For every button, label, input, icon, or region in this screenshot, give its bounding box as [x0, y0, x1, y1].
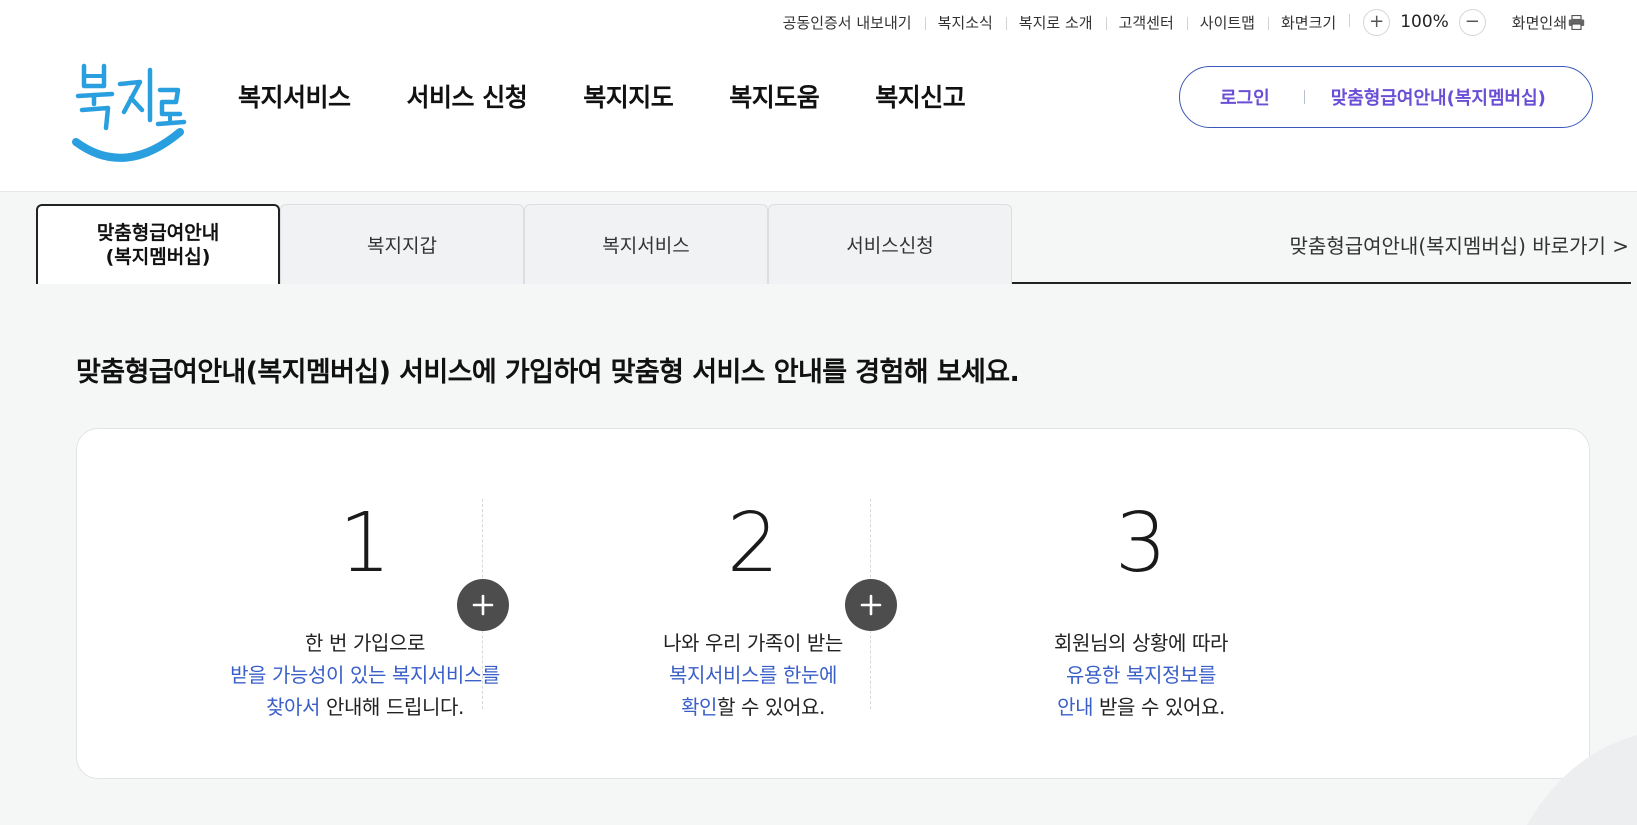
print-button[interactable]: 화면인쇄	[1500, 12, 1585, 33]
plus-icon	[457, 579, 509, 631]
util-link-customer-center[interactable]: 고객센터	[1105, 12, 1187, 33]
tab-welfare-service[interactable]: 복지서비스	[524, 204, 768, 284]
util-link-about[interactable]: 복지로 소개	[1005, 12, 1106, 33]
gnb-service-apply[interactable]: 서비스 신청	[407, 78, 528, 114]
tab-membership[interactable]: 맞춤형급여안내 (복지멤버십)	[36, 204, 280, 284]
step-desc-highlight: 유용한 복지정보를	[1066, 663, 1216, 687]
step-desc-line: 회원님의 상황에 따라	[1054, 631, 1228, 655]
login-link[interactable]: 로그인	[1180, 84, 1270, 110]
step-description: 한 번 가입으로 받을 가능성이 있는 복지서비스를 찾아서 안내해 드립니다.	[171, 627, 559, 723]
zoom-in-button[interactable]: +	[1363, 8, 1391, 36]
step-number: 3	[1114, 496, 1168, 591]
util-link-cert-export[interactable]: 공동인증서 내보내기	[770, 12, 925, 33]
util-label-screen-size: 화면크기	[1267, 12, 1349, 33]
zoom-out-button[interactable]: −	[1458, 8, 1486, 36]
step-desc-highlight: 확인	[681, 695, 718, 719]
member-box: 로그인 맞춤형급여안내(복지멤버십)	[1179, 66, 1593, 128]
step-desc-highlight: 받을 가능성이 있는 복지서비스를	[230, 663, 500, 687]
global-nav: 복지서비스 서비스 신청 복지지도 복지도움 복지신고	[238, 78, 1021, 114]
step-desc-line: 나와 우리 가족이 받는	[663, 631, 843, 655]
background-decoration	[1527, 735, 1637, 825]
steps-card: 1 한 번 가입으로 받을 가능성이 있는 복지서비스를 찾아서 안내해 드립니…	[76, 428, 1590, 779]
zoom-control: + 100% −	[1349, 8, 1500, 36]
step-desc-line: 한 번 가입으로	[305, 631, 425, 655]
bokjiro-logo[interactable]	[70, 60, 188, 168]
step-desc-line: 확인할 수 있어요.	[559, 691, 947, 723]
step-3: 3 회원님의 상황에 따라 유용한 복지정보를 안내 받을 수 있어요.	[947, 499, 1335, 723]
gnb-welfare-report[interactable]: 복지신고	[875, 78, 966, 114]
membership-shortcut-link[interactable]: 맞춤형급여안내(복지멤버십) 바로가기 >	[1290, 230, 1629, 259]
member-separator	[1303, 90, 1305, 104]
step-desc-highlight: 복지서비스를 한눈에	[669, 663, 837, 687]
util-link-news[interactable]: 복지소식	[924, 12, 1006, 33]
step-number: 2	[726, 496, 780, 591]
gnb-welfare-map[interactable]: 복지지도	[583, 78, 674, 114]
gnb-welfare-service[interactable]: 복지서비스	[238, 78, 351, 114]
step-desc-highlight: 찾아서	[266, 695, 321, 719]
step-desc-text: 안내해 드립니다.	[320, 695, 464, 719]
tab-membership-line2: (복지멤버십)	[105, 246, 211, 268]
tab-membership-line1: 맞춤형급여안내	[96, 222, 220, 244]
step-description: 회원님의 상황에 따라 유용한 복지정보를 안내 받을 수 있어요.	[947, 627, 1335, 723]
step-description: 나와 우리 가족이 받는 복지서비스를 한눈에 확인할 수 있어요.	[559, 627, 947, 723]
utility-bar: 공동인증서 내보내기 복지소식 복지로 소개 고객센터 사이트맵 화면크기 + …	[770, 8, 1585, 36]
printer-icon	[1568, 14, 1585, 30]
tab-service-apply[interactable]: 서비스신청	[768, 204, 1012, 284]
gnb-welfare-help[interactable]: 복지도움	[729, 78, 820, 114]
step-desc-highlight: 안내	[1057, 695, 1094, 719]
plus-icon	[845, 579, 897, 631]
page-lead-heading: 맞춤형급여안내(복지멤버십) 서비스에 가입하여 맞춤형 서비스 안내를 경험해…	[76, 357, 1020, 388]
step-number: 1	[338, 496, 392, 591]
membership-link[interactable]: 맞춤형급여안내(복지멤버십)	[1331, 84, 1546, 110]
sub-tabs: 맞춤형급여안내 (복지멤버십) 복지지갑 복지서비스 서비스신청 맞춤형급여안내…	[36, 204, 1637, 284]
util-link-sitemap[interactable]: 사이트맵	[1186, 12, 1268, 33]
step-desc-line: 안내 받을 수 있어요.	[947, 691, 1335, 723]
tab-welfare-wallet[interactable]: 복지지갑	[280, 204, 524, 284]
zoom-value: 100%	[1400, 12, 1449, 32]
step-desc-text: 받을 수 있어요.	[1093, 695, 1225, 719]
step-desc-text: 할 수 있어요.	[717, 695, 825, 719]
step-desc-line: 찾아서 안내해 드립니다.	[171, 691, 559, 723]
print-label: 화면인쇄	[1511, 13, 1567, 32]
site-header: 공동인증서 내보내기 복지소식 복지로 소개 고객센터 사이트맵 화면크기 + …	[0, 0, 1637, 192]
